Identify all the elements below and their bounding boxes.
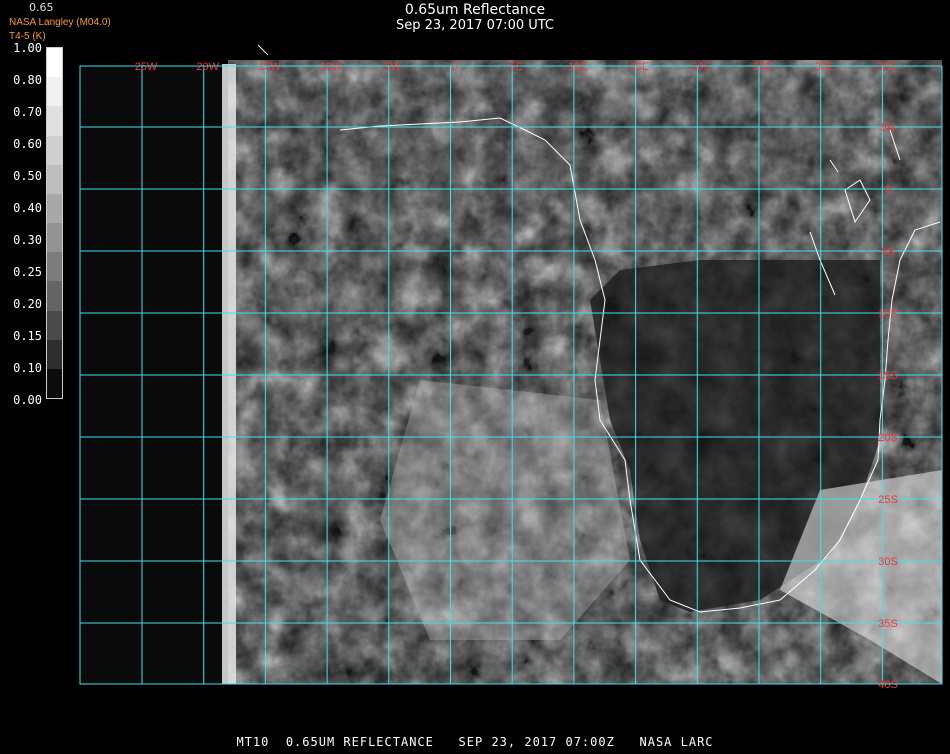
longitude-label: 10E bbox=[568, 61, 588, 73]
colorbar-label: 0.80 bbox=[13, 73, 42, 87]
credit-line-1: NASA Langley (M04.0) bbox=[9, 17, 111, 28]
latitude-label: 35S bbox=[878, 618, 898, 630]
latitude-label: 15S bbox=[878, 370, 898, 382]
colorbar-label: 0.00 bbox=[13, 393, 42, 407]
colorbar bbox=[46, 47, 63, 399]
footer-caption: MT10 0.65UM REFLECTANCE SEP 23, 2017 07:… bbox=[236, 735, 714, 749]
cloud-imagery bbox=[80, 60, 942, 684]
latitude-label: 30S bbox=[878, 556, 898, 568]
colorbar-segment bbox=[47, 310, 62, 340]
latitude-label: 5S bbox=[881, 246, 894, 258]
longitude-label: 15E bbox=[630, 61, 650, 73]
colorbar-segment bbox=[47, 164, 62, 194]
latitude-label: 5N bbox=[881, 122, 895, 134]
colorbar-label: 0.30 bbox=[13, 233, 42, 247]
colorbar-label: 0.15 bbox=[13, 329, 42, 343]
colorbar-segment bbox=[47, 135, 62, 165]
colorbar-segment bbox=[47, 368, 62, 399]
longitude-label: 0 bbox=[451, 61, 457, 73]
latitude-label: 20S bbox=[878, 432, 898, 444]
colorbar-label: 1.00 bbox=[13, 41, 42, 55]
colorbar-label: 0.50 bbox=[13, 169, 42, 183]
colorbar-segment bbox=[47, 339, 62, 369]
longitude-label: 5E bbox=[509, 61, 522, 73]
scale-top-label: 0.65 bbox=[29, 1, 54, 14]
colorbar-segment bbox=[47, 48, 62, 78]
colorbar-label: 0.70 bbox=[13, 105, 42, 119]
longitude-label: 10W bbox=[320, 61, 343, 73]
colorbar-label: 0.60 bbox=[13, 137, 42, 151]
page-title: 0.65um Reflectance bbox=[404, 2, 546, 18]
map-canvas: 25W 20W 15W 10W 5W 0 5E 10E 15E 20E 25E 30E 35E 5N 0 5S… bbox=[79, 44, 943, 691]
page-subtitle: Sep 23, 2017 07:00 UTC bbox=[395, 18, 555, 33]
colorbar-segment bbox=[47, 193, 62, 224]
colorbar-label: 0.20 bbox=[13, 297, 42, 311]
colorbar-label: 0.25 bbox=[13, 265, 42, 279]
longitude-label: 5W bbox=[385, 61, 402, 73]
longitude-label: 20W bbox=[196, 61, 219, 73]
colorbar-segment bbox=[47, 252, 62, 282]
latitude-label: 40S bbox=[878, 679, 898, 691]
longitude-label: 20E bbox=[692, 61, 712, 73]
latitude-label: 0 bbox=[885, 184, 891, 196]
colorbar-segment bbox=[47, 77, 62, 107]
colorbar-label: 0.40 bbox=[13, 201, 42, 215]
latitude-label: 10S bbox=[878, 308, 898, 320]
satellite-map: 25W 20W 15W 10W 5W 0 5E 10E 15E 20E 25E 30E 35E 5N 0 5S… bbox=[0, 0, 950, 750]
longitude-label: 15W bbox=[258, 61, 281, 73]
longitude-label: 35E bbox=[877, 61, 897, 73]
colorbar-segment bbox=[47, 223, 62, 253]
longitude-label: 25E bbox=[753, 61, 773, 73]
colorbar-segment bbox=[47, 281, 62, 311]
longitude-label: 25W bbox=[135, 61, 158, 73]
longitude-label: 30E bbox=[815, 61, 835, 73]
colorbar-label: 0.10 bbox=[13, 361, 42, 375]
latitude-label: 25S bbox=[878, 494, 898, 506]
colorbar-segment bbox=[47, 106, 62, 136]
